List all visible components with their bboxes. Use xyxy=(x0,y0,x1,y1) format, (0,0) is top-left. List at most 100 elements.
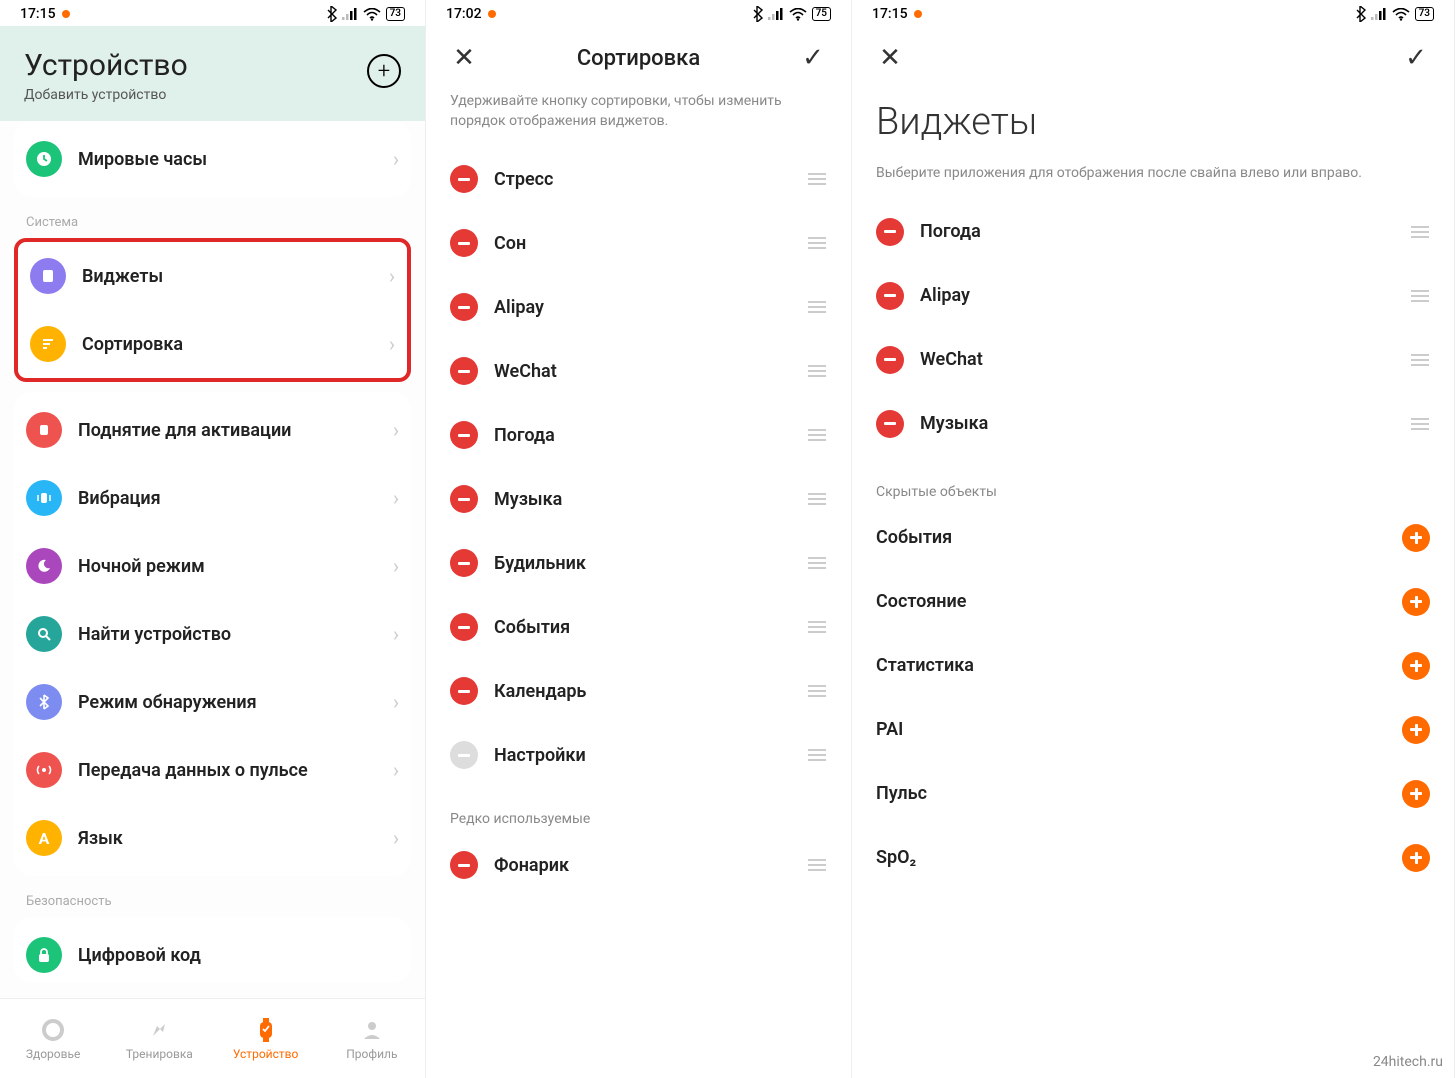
row-vibration[interactable]: Вибрация › xyxy=(14,464,411,532)
remove-icon[interactable] xyxy=(450,613,478,641)
remove-icon[interactable] xyxy=(450,165,478,193)
nav-device[interactable]: Устройство xyxy=(213,999,319,1078)
widget-hidden-item[interactable]: Статистика xyxy=(852,634,1454,698)
chevron-right-icon: › xyxy=(393,418,399,442)
watermark: 24hitech.ru xyxy=(1373,1054,1443,1070)
drag-handle-icon[interactable] xyxy=(807,365,827,377)
drag-handle-icon[interactable] xyxy=(807,685,827,697)
drag-handle-icon[interactable] xyxy=(807,429,827,441)
drag-handle-icon[interactable] xyxy=(807,621,827,633)
close-button[interactable]: ✕ xyxy=(876,44,904,72)
sort-icon xyxy=(30,326,66,362)
add-device-button[interactable]: + xyxy=(367,54,401,88)
row-widgets[interactable]: Виджеты › xyxy=(18,242,407,310)
confirm-button[interactable]: ✓ xyxy=(799,44,827,72)
nav-profile[interactable]: Профиль xyxy=(319,999,425,1078)
drag-handle-icon[interactable] xyxy=(807,173,827,185)
bottom-nav: Здоровье Тренировка Устройство Профиль xyxy=(0,998,425,1078)
remove-icon[interactable] xyxy=(450,421,478,449)
widget-hidden-item[interactable]: События xyxy=(852,506,1454,570)
add-icon[interactable] xyxy=(1402,524,1430,552)
drag-handle-icon[interactable] xyxy=(807,493,827,505)
chevron-right-icon: › xyxy=(393,147,399,171)
remove-icon[interactable] xyxy=(450,229,478,257)
sort-item[interactable]: Календарь xyxy=(426,659,851,723)
chevron-right-icon: › xyxy=(389,332,395,356)
widget-hidden-item[interactable]: Пульс xyxy=(852,762,1454,826)
broadcast-icon xyxy=(26,752,62,788)
add-icon[interactable] xyxy=(1402,652,1430,680)
remove-icon[interactable] xyxy=(876,410,904,438)
battery-icon: 73 xyxy=(1415,7,1434,21)
widget-item-label: WeChat xyxy=(920,349,1394,370)
add-icon[interactable] xyxy=(1402,588,1430,616)
row-night-mode[interactable]: Ночной режим › xyxy=(14,532,411,600)
drag-handle-icon[interactable] xyxy=(1410,418,1430,430)
drag-handle-icon[interactable] xyxy=(807,301,827,313)
sort-item[interactable]: Сон xyxy=(426,211,851,275)
row-discovery-mode[interactable]: Режим обнаружения › xyxy=(14,668,411,736)
sort-item[interactable]: Фонарик xyxy=(426,833,851,897)
row-sort[interactable]: Сортировка › xyxy=(18,310,407,378)
sort-item-label: Погода xyxy=(494,425,791,446)
widget-item-label: Состояние xyxy=(876,591,1386,612)
row-heart-rate-broadcast[interactable]: Передача данных о пульсе › xyxy=(14,736,411,804)
drag-handle-icon[interactable] xyxy=(807,859,827,871)
remove-icon[interactable] xyxy=(450,485,478,513)
drag-handle-icon[interactable] xyxy=(1410,226,1430,238)
drag-handle-icon[interactable] xyxy=(807,749,827,761)
hidden-section-label: Скрытые объекты xyxy=(852,456,1454,506)
widget-item[interactable]: Alipay xyxy=(852,264,1454,328)
remove-icon[interactable] xyxy=(450,357,478,385)
row-find-device[interactable]: Найти устройство › xyxy=(14,600,411,668)
drag-handle-icon[interactable] xyxy=(807,557,827,569)
drag-handle-icon[interactable] xyxy=(807,237,827,249)
widget-hidden-item[interactable]: SpO₂ xyxy=(852,826,1454,890)
row-raise-to-wake[interactable]: Поднятие для активации › xyxy=(14,396,411,464)
chevron-right-icon: › xyxy=(393,622,399,646)
remove-icon[interactable] xyxy=(876,282,904,310)
row-world-clock[interactable]: Мировые часы › xyxy=(14,125,411,193)
chevron-right-icon: › xyxy=(393,758,399,782)
widget-item[interactable]: WeChat xyxy=(852,328,1454,392)
page-title: Устройство xyxy=(24,48,188,83)
add-icon[interactable] xyxy=(1402,716,1430,744)
add-icon[interactable] xyxy=(1402,844,1430,872)
nav-training[interactable]: Тренировка xyxy=(106,999,212,1078)
close-button[interactable]: ✕ xyxy=(450,44,478,72)
drag-handle-icon[interactable] xyxy=(1410,290,1430,302)
sort-item[interactable]: События xyxy=(426,595,851,659)
add-icon[interactable] xyxy=(1402,780,1430,808)
bluetooth-icon xyxy=(1354,6,1366,22)
widget-hidden-item[interactable]: Состояние xyxy=(852,570,1454,634)
widget-item[interactable]: Погода xyxy=(852,200,1454,264)
widget-item[interactable]: Музыка xyxy=(852,392,1454,456)
remove-icon[interactable] xyxy=(450,293,478,321)
sort-item[interactable]: Музыка xyxy=(426,467,851,531)
bluetooth-icon xyxy=(751,6,763,22)
sort-item[interactable]: WeChat xyxy=(426,339,851,403)
remove-icon[interactable] xyxy=(876,346,904,374)
sort-item[interactable]: Настройки xyxy=(426,723,851,787)
row-pin-code[interactable]: Цифровой код xyxy=(14,921,411,979)
status-time: 17:15 xyxy=(872,6,908,22)
nav-health[interactable]: Здоровье xyxy=(0,999,106,1078)
page-subtitle[interactable]: Добавить устройство xyxy=(24,87,188,103)
sort-item[interactable]: Погода xyxy=(426,403,851,467)
sort-item[interactable]: Стресс xyxy=(426,147,851,211)
widgets-hint: Выберите приложения для отображения посл… xyxy=(852,162,1454,200)
sort-item[interactable]: Alipay xyxy=(426,275,851,339)
remove-icon[interactable] xyxy=(450,677,478,705)
lock-icon xyxy=(26,937,62,973)
widget-item-label: Погода xyxy=(920,221,1394,242)
sort-item[interactable]: Будильник xyxy=(426,531,851,595)
language-icon: A xyxy=(26,820,62,856)
row-language[interactable]: A Язык › xyxy=(14,804,411,872)
drag-handle-icon[interactable] xyxy=(1410,354,1430,366)
remove-icon[interactable] xyxy=(450,549,478,577)
remove-icon[interactable] xyxy=(450,851,478,879)
confirm-button[interactable]: ✓ xyxy=(1402,44,1430,72)
remove-icon[interactable] xyxy=(876,218,904,246)
widget-hidden-item[interactable]: PAI xyxy=(852,698,1454,762)
sort-item-label: Сон xyxy=(494,233,791,254)
